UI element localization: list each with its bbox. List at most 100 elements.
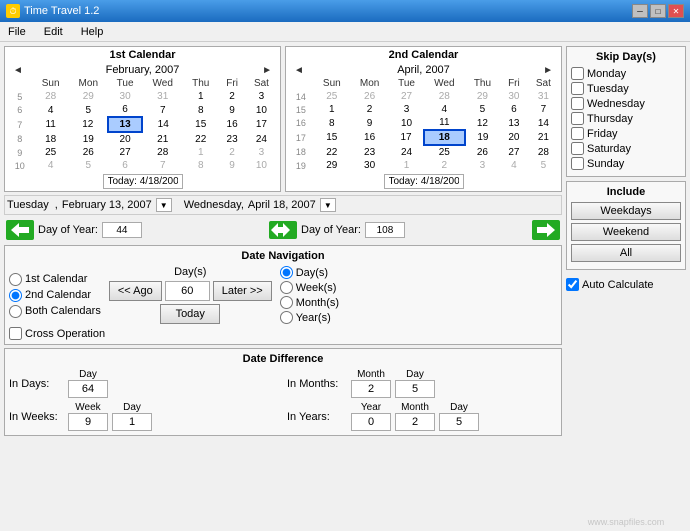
cal1-day[interactable]: 22	[183, 132, 218, 146]
cal2-day[interactable]: 19	[465, 130, 500, 145]
menu-file[interactable]: File	[4, 25, 30, 39]
cal1-day[interactable]: 10	[246, 103, 277, 117]
cal2-day[interactable]: 27	[389, 90, 424, 103]
cal1-day[interactable]: 1	[183, 146, 218, 159]
cal2-day[interactable]: 22	[314, 145, 350, 159]
cal1-next-button[interactable]: ►	[260, 65, 274, 76]
radio-cal1[interactable]	[9, 273, 22, 286]
cal1-day[interactable]: 12	[69, 117, 108, 132]
cal2-prev-button[interactable]: ◄	[292, 65, 306, 76]
cal2-day[interactable]: 26	[350, 90, 389, 103]
cal1-day[interactable]: 1	[183, 90, 218, 103]
cal2-day[interactable]: 8	[314, 116, 350, 130]
cal2-day[interactable]: 5	[465, 103, 500, 116]
cal2-day[interactable]: 4	[500, 159, 528, 172]
years-months-diff-input[interactable]	[395, 413, 435, 431]
weekend-button[interactable]: Weekend	[571, 223, 681, 241]
radio-cal2-label[interactable]: 2nd Calendar	[9, 289, 101, 302]
cal1-day[interactable]: 3	[246, 90, 277, 103]
cal1-day[interactable]: 4	[33, 103, 69, 117]
radio-both[interactable]	[9, 305, 22, 318]
cal1-day[interactable]: 29	[69, 90, 108, 103]
cal2-day[interactable]: 31	[528, 90, 559, 103]
cal2-day[interactable]: 1	[389, 159, 424, 172]
days-diff-input[interactable]	[68, 380, 108, 398]
cal1-day[interactable]: 6	[108, 159, 142, 172]
cal1-day[interactable]: 2	[218, 146, 246, 159]
cal2-day[interactable]: 28	[424, 90, 465, 103]
cal1-day[interactable]: 31	[142, 90, 183, 103]
cal2-day[interactable]: 6	[500, 103, 528, 116]
skip-thursday-checkbox[interactable]	[571, 112, 584, 125]
cal2-day[interactable]: 1	[314, 103, 350, 116]
cal1-day[interactable]: 30	[108, 90, 142, 103]
cal1-day[interactable]: 9	[218, 103, 246, 117]
radio-weeks-label[interactable]: Week(s)	[280, 281, 339, 294]
cal2-day[interactable]: 10	[389, 116, 424, 130]
skip-friday-checkbox[interactable]	[571, 127, 584, 140]
radio-years[interactable]	[280, 311, 293, 324]
cal2-day[interactable]: 26	[465, 145, 500, 159]
ago-button[interactable]: << Ago	[109, 281, 162, 301]
cal1-day[interactable]: 4	[33, 159, 69, 172]
cal1-day[interactable]: 26	[69, 146, 108, 159]
cal1-day[interactable]: 8	[183, 103, 218, 117]
cal2-day[interactable]: 27	[500, 145, 528, 159]
cal2-day[interactable]: 13	[500, 116, 528, 130]
cal2-forward-arrow[interactable]	[532, 220, 560, 240]
cal2-day[interactable]: 16	[350, 130, 389, 145]
radio-weeks[interactable]	[280, 281, 293, 294]
cal1-day[interactable]: 3	[246, 146, 277, 159]
doy1-input[interactable]	[102, 222, 142, 238]
cal1-day[interactable]: 28	[33, 90, 69, 103]
skip-wednesday-checkbox[interactable]	[571, 97, 584, 110]
cal2-day[interactable]: 30	[500, 90, 528, 103]
cal1-day[interactable]: 23	[218, 132, 246, 146]
cal2-day[interactable]: 29	[465, 90, 500, 103]
cal2-day[interactable]: 12	[465, 116, 500, 130]
weeks-days-diff-input[interactable]	[112, 413, 152, 431]
cal2-day[interactable]: 17	[389, 130, 424, 145]
cal2-day[interactable]: 14	[528, 116, 559, 130]
cal2-next-button[interactable]: ►	[541, 65, 555, 76]
cal1-day[interactable]: 19	[69, 132, 108, 146]
auto-calc-checkbox[interactable]	[566, 278, 579, 291]
cal1-day[interactable]: 8	[183, 159, 218, 172]
radio-months[interactable]	[280, 296, 293, 309]
radio-cal2[interactable]	[9, 289, 22, 302]
years-days-diff-input[interactable]	[439, 413, 479, 431]
skip-monday-checkbox[interactable]	[571, 67, 584, 80]
radio-years-label[interactable]: Year(s)	[280, 311, 339, 324]
cal2-day[interactable]: 11	[424, 116, 465, 130]
cal2-day[interactable]: 24	[389, 145, 424, 159]
menu-help[interactable]: Help	[77, 25, 108, 39]
cal1-forward-arrow[interactable]	[6, 220, 34, 240]
skip-sunday-checkbox[interactable]	[571, 157, 584, 170]
skip-tuesday-checkbox[interactable]	[571, 82, 584, 95]
days-value-input[interactable]	[165, 281, 210, 301]
cal2-date-dropdown[interactable]: ▼	[320, 198, 336, 212]
cal1-day[interactable]: 7	[142, 159, 183, 172]
minimize-button[interactable]: ─	[632, 4, 648, 18]
both-forward-arrow[interactable]	[269, 221, 297, 239]
cal1-today-input[interactable]	[103, 174, 183, 189]
cal1-day[interactable]: 27	[108, 146, 142, 159]
cal2-day[interactable]: 25	[314, 90, 350, 103]
radio-both-label[interactable]: Both Calendars	[9, 305, 101, 318]
cal2-day[interactable]: 2	[424, 159, 465, 172]
cal2-day[interactable]: 4	[424, 103, 465, 116]
cal1-day[interactable]: 6	[108, 103, 142, 117]
radio-days-label[interactable]: Day(s)	[280, 266, 339, 279]
skip-saturday-checkbox[interactable]	[571, 142, 584, 155]
cross-op-checkbox[interactable]	[9, 327, 22, 340]
cal2-day[interactable]: 3	[465, 159, 500, 172]
cal1-day[interactable]: 20	[108, 132, 142, 146]
cal1-day[interactable]: 14	[142, 117, 183, 132]
months-diff-input[interactable]	[351, 380, 391, 398]
cal2-day[interactable]: 28	[528, 145, 559, 159]
cal2-day[interactable]: 23	[350, 145, 389, 159]
cal1-day[interactable]: 25	[33, 146, 69, 159]
weeks-diff-input[interactable]	[68, 413, 108, 431]
years-diff-input[interactable]	[351, 413, 391, 431]
cal1-date-dropdown[interactable]: ▼	[156, 198, 172, 212]
